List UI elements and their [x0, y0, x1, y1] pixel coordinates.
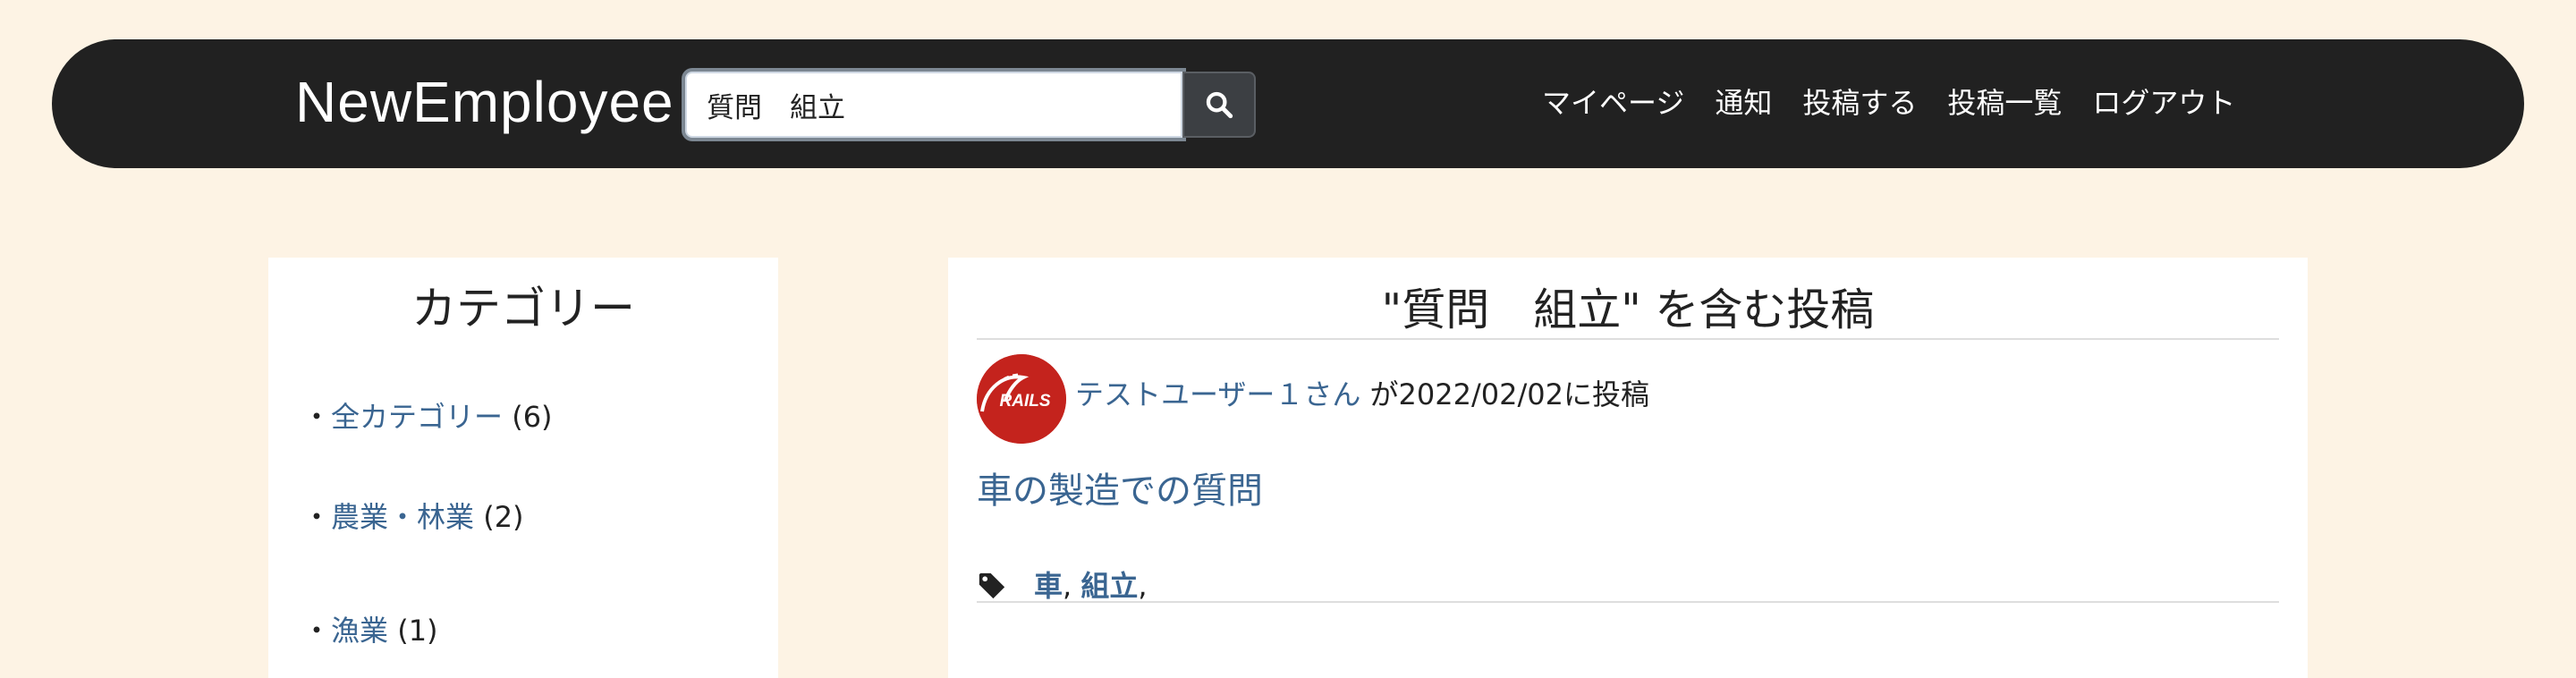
- sidebar-title: カテゴリー: [411, 283, 635, 335]
- avatar-text: RAILS: [1000, 392, 1051, 411]
- search-form: [685, 72, 1256, 138]
- category-count: (2): [483, 500, 524, 534]
- search-results: "質問 組立" を含む投稿 RAILS テストユーザー１さん が2022/02/…: [948, 258, 2308, 678]
- category-link-agriculture[interactable]: 農業・林業: [331, 500, 474, 534]
- results-heading: "質問 組立" を含む投稿: [1381, 284, 1875, 335]
- category-count: (1): [397, 614, 438, 648]
- category-sidebar: カテゴリー ・全カテゴリー (6) ・農業・林業 (2) ・漁業 (1): [268, 258, 778, 678]
- category-item-agriculture: ・農業・林業 (2): [302, 497, 524, 537]
- nav-links: マイページ 通知 投稿する 投稿一覧 ログアウト: [1542, 81, 2235, 125]
- divider: [977, 601, 2279, 603]
- category-item-all: ・全カテゴリー (6): [302, 397, 553, 436]
- category-count: (6): [512, 400, 553, 434]
- search-icon: [1206, 91, 1233, 119]
- nav-logout-link[interactable]: ログアウト: [2092, 81, 2235, 125]
- category-link-all[interactable]: 全カテゴリー: [331, 400, 503, 434]
- search-input[interactable]: [685, 72, 1182, 138]
- category-item-fishery: ・漁業 (1): [302, 611, 438, 650]
- avatar[interactable]: RAILS: [977, 354, 1066, 444]
- bullet: ・: [302, 400, 332, 434]
- bullet: ・: [302, 614, 332, 648]
- tag-icon: [979, 572, 1005, 599]
- nav-mypage-link[interactable]: マイページ: [1542, 81, 1684, 125]
- post-title-link[interactable]: 車の製造での質問: [977, 465, 1263, 517]
- nav-notifications-link[interactable]: 通知: [1715, 81, 1772, 125]
- nav-new-post-link[interactable]: 投稿する: [1802, 81, 1917, 125]
- posted-date-text: が2022/02/02に投稿: [1360, 377, 1649, 411]
- bullet: ・: [302, 500, 332, 534]
- search-button[interactable]: [1182, 72, 1256, 138]
- brand-logo[interactable]: NewEmployee: [295, 66, 674, 138]
- post-meta: テストユーザー１さん が2022/02/02に投稿: [1075, 374, 1649, 415]
- nav-post-list-link[interactable]: 投稿一覧: [1947, 81, 2062, 125]
- rails-logo-icon: RAILS: [977, 354, 1066, 444]
- author-link[interactable]: テストユーザー１さん: [1075, 377, 1360, 411]
- category-link-fishery[interactable]: 漁業: [331, 614, 388, 648]
- divider: [977, 338, 2279, 340]
- navbar: NewEmployee マイページ 通知 投稿する 投稿一覧 ログアウト: [52, 39, 2524, 168]
